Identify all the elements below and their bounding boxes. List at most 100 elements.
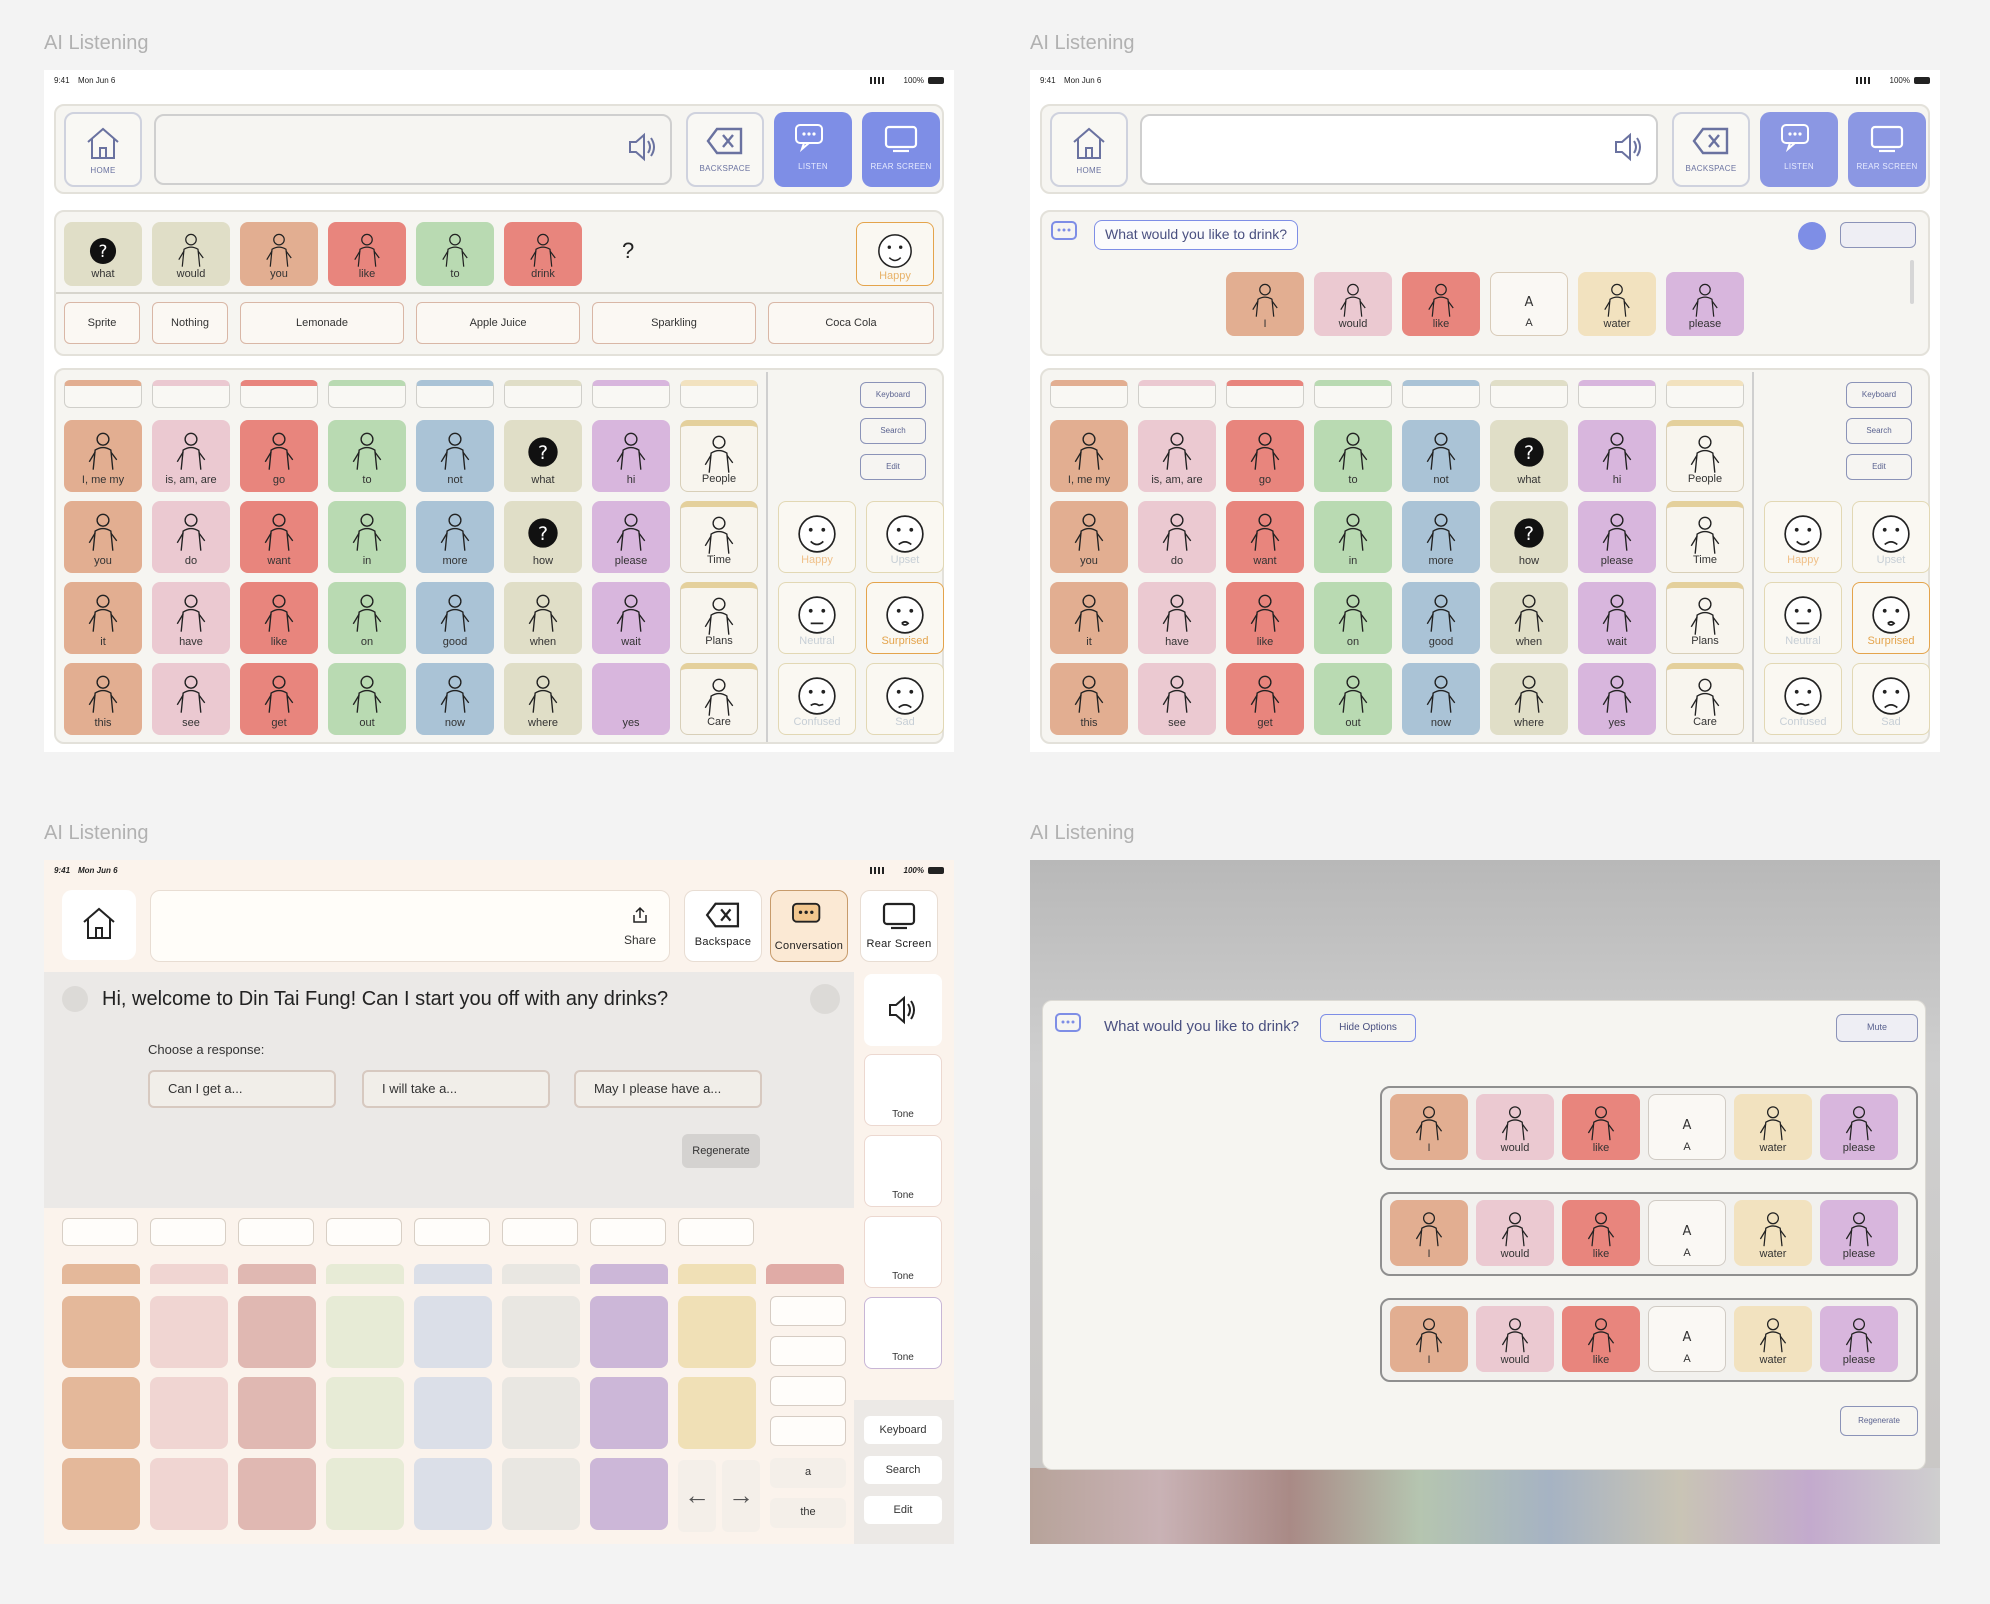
- suggested-word[interactable]: would: [1314, 272, 1392, 336]
- grid-tile[interactable]: out: [1314, 663, 1392, 735]
- suggestion-chip[interactable]: Sprite: [64, 302, 140, 344]
- suggested-word[interactable]: would: [1476, 1306, 1554, 1372]
- folder-tab[interactable]: [62, 1218, 138, 1246]
- grid-tile[interactable]: is, am, are: [1138, 420, 1216, 492]
- emotion-tile[interactable]: Happy: [1764, 501, 1842, 573]
- grid-tile[interactable]: on: [328, 582, 406, 654]
- grid-tile[interactable]: ? what: [1490, 420, 1568, 492]
- grid-tile[interactable]: Time: [1666, 501, 1744, 573]
- emotion-tile[interactable]: Happy: [778, 501, 856, 573]
- grid-tile[interactable]: ? how: [1490, 501, 1568, 573]
- grid-tile[interactable]: it: [64, 582, 142, 654]
- tool-button-edit[interactable]: Edit: [1846, 454, 1912, 480]
- grid-tile[interactable]: [590, 1377, 668, 1449]
- grid-tile[interactable]: in: [1314, 501, 1392, 573]
- mic-button[interactable]: [1798, 222, 1826, 250]
- small-word-button[interactable]: a: [770, 1458, 846, 1488]
- folder-tab[interactable]: [328, 380, 406, 408]
- folder-tab[interactable]: [504, 380, 582, 408]
- suggested-word[interactable]: AA: [1648, 1306, 1726, 1372]
- grid-tile[interactable]: get: [1226, 663, 1304, 735]
- grid-tile[interactable]: to: [1314, 420, 1392, 492]
- grid-tile[interactable]: go: [240, 420, 318, 492]
- emotion-tile[interactable]: Neutral: [778, 582, 856, 654]
- emotion-tile[interactable]: Surprised: [1852, 582, 1930, 654]
- grid-tile[interactable]: [238, 1377, 316, 1449]
- grid-tile[interactable]: please: [592, 501, 670, 573]
- rear-screen-button[interactable]: REAR SCREEN: [1848, 112, 1926, 187]
- folder-tab[interactable]: [152, 380, 230, 408]
- grid-tile[interactable]: in: [328, 501, 406, 573]
- suggested-word[interactable]: I: [1390, 1306, 1468, 1372]
- folder-tab[interactable]: [592, 380, 670, 408]
- listen-button[interactable]: LISTEN: [1760, 112, 1838, 187]
- tool-button-search[interactable]: Search: [860, 418, 926, 444]
- grid-tile[interactable]: [590, 1458, 668, 1530]
- tool-button-keyboard[interactable]: Keyboard: [860, 382, 926, 408]
- grid-tile[interactable]: please: [1578, 501, 1656, 573]
- grid-tile[interactable]: now: [416, 663, 494, 735]
- suggested-word[interactable]: I: [1226, 272, 1304, 336]
- grid-tile[interactable]: is, am, are: [152, 420, 230, 492]
- share-button[interactable]: Share: [624, 906, 656, 947]
- sentence-word[interactable]: ? what: [64, 222, 142, 286]
- grid-tile[interactable]: where: [504, 663, 582, 735]
- grid-tile[interactable]: see: [1138, 663, 1216, 735]
- grid-tile[interactable]: more: [1402, 501, 1480, 573]
- grid-tile[interactable]: Care: [680, 663, 758, 735]
- suggested-word[interactable]: like: [1402, 272, 1480, 336]
- grid-tile[interactable]: like: [240, 582, 318, 654]
- tool-button[interactable]: Edit: [864, 1496, 942, 1524]
- suggested-word[interactable]: water: [1734, 1200, 1812, 1266]
- message-input[interactable]: [154, 114, 672, 185]
- grid-tile[interactable]: to: [328, 420, 406, 492]
- folder-tab[interactable]: [1314, 380, 1392, 408]
- folder-tab[interactable]: [64, 380, 142, 408]
- suggested-word[interactable]: water: [1734, 1094, 1812, 1160]
- grid-tile[interactable]: [502, 1296, 580, 1368]
- sentence-word[interactable]: drink: [504, 222, 582, 286]
- grid-tile[interactable]: Time: [680, 501, 758, 573]
- arrow-right-button[interactable]: →: [722, 1460, 760, 1532]
- grid-tile[interactable]: like: [1226, 582, 1304, 654]
- grid-tile[interactable]: get: [240, 663, 318, 735]
- grid-tile[interactable]: I, me my: [64, 420, 142, 492]
- grid-tile[interactable]: [326, 1296, 404, 1368]
- home-button[interactable]: HOME: [64, 112, 142, 187]
- tool-button-search[interactable]: Search: [1846, 418, 1912, 444]
- suggested-word[interactable]: like: [1562, 1200, 1640, 1266]
- hide-options-button[interactable]: Hide Options: [1320, 1014, 1416, 1042]
- folder-tab[interactable]: [1490, 380, 1568, 408]
- sentence-word[interactable]: you: [240, 222, 318, 286]
- tone-button[interactable]: Tone: [864, 1297, 942, 1369]
- response-option[interactable]: Can I get a...: [148, 1070, 336, 1108]
- tool-button-edit[interactable]: Edit: [860, 454, 926, 480]
- grid-tile[interactable]: have: [1138, 582, 1216, 654]
- listen-button[interactable]: LISTEN: [774, 112, 852, 187]
- grid-tile[interactable]: where: [1490, 663, 1568, 735]
- tool-button[interactable]: Keyboard: [864, 1416, 942, 1444]
- backspace-button[interactable]: Backspace: [684, 890, 762, 962]
- grid-tile[interactable]: Plans: [680, 582, 758, 654]
- grid-tile[interactable]: you: [64, 501, 142, 573]
- sentence-punctuation[interactable]: ?: [622, 238, 634, 264]
- grid-tile[interactable]: go: [1226, 420, 1304, 492]
- grid-tile[interactable]: do: [152, 501, 230, 573]
- grid-tile[interactable]: you: [1050, 501, 1128, 573]
- grid-tile[interactable]: I, me my: [1050, 420, 1128, 492]
- grid-tile[interactable]: [678, 1377, 756, 1449]
- grid-tile[interactable]: this: [64, 663, 142, 735]
- mute-toggle[interactable]: [1840, 222, 1916, 248]
- grid-tile[interactable]: [238, 1458, 316, 1530]
- speaker-button[interactable]: [864, 974, 942, 1046]
- folder-tab[interactable]: [414, 1218, 490, 1246]
- suggestion-chip[interactable]: Coca Cola: [768, 302, 934, 344]
- suggestion-chip[interactable]: Nothing: [152, 302, 228, 344]
- emotion-tile[interactable]: Neutral: [1764, 582, 1842, 654]
- suggested-word[interactable]: water: [1578, 272, 1656, 336]
- grid-tile[interactable]: not: [1402, 420, 1480, 492]
- grid-tile[interactable]: [414, 1377, 492, 1449]
- small-slot[interactable]: [770, 1296, 846, 1326]
- grid-tile[interactable]: [62, 1458, 140, 1530]
- emotion-tile[interactable]: Confused: [1764, 663, 1842, 735]
